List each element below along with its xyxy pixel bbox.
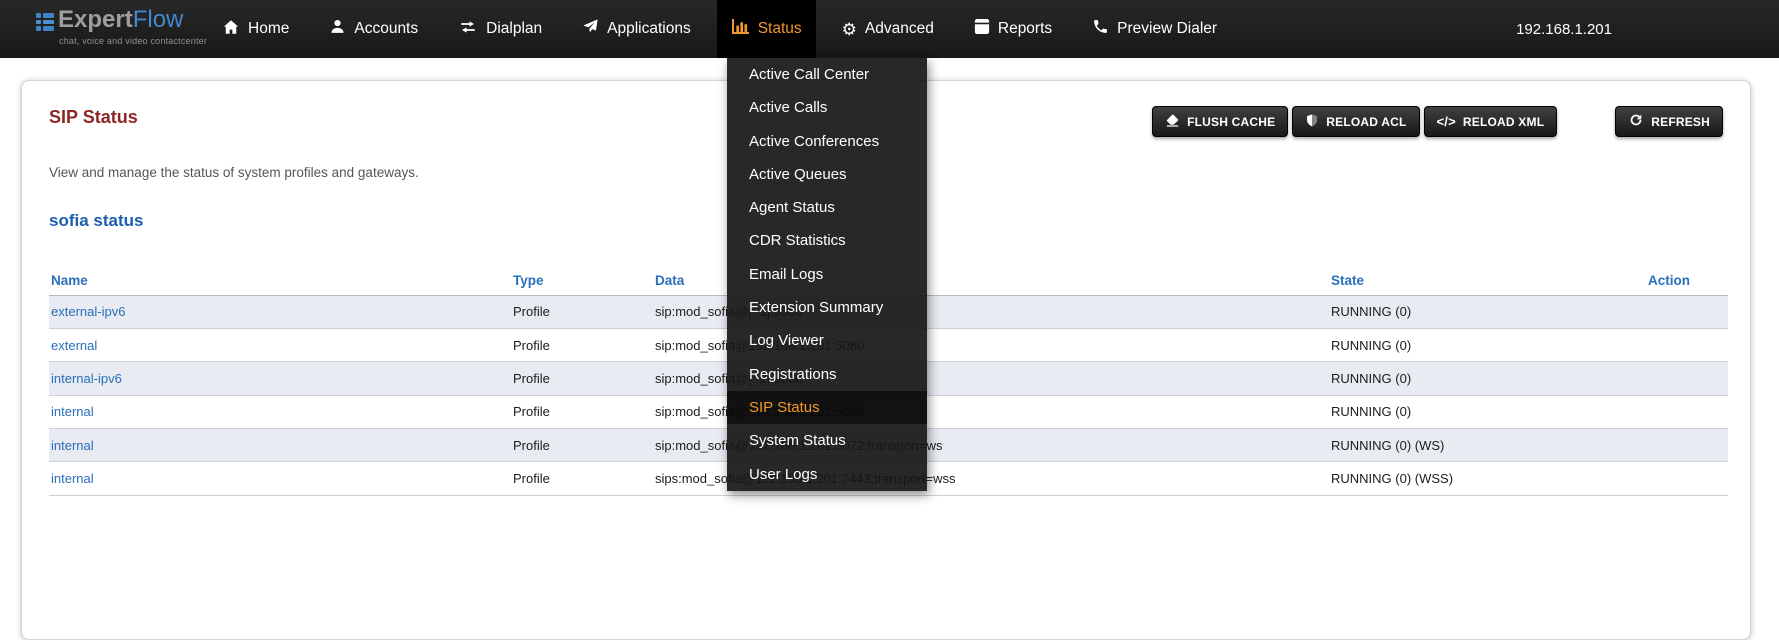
cell-state: RUNNING (0) [1329,395,1646,428]
profile-link[interactable]: internal-ipv6 [51,371,122,386]
gear-icon: ⚙ [842,21,857,38]
profile-link[interactable]: internal [51,471,94,486]
profile-link[interactable]: external [51,338,97,353]
nav-item-applications[interactable]: Applications [568,0,705,58]
transfer-arrows-icon [458,18,478,41]
cell-type: Profile [511,362,653,395]
nav-item-dialplan[interactable]: Dialplan [444,0,556,58]
cell-type: Profile [511,295,653,328]
cell-type: Profile [511,395,653,428]
top-navbar: ExpertFlow chat, voice and video contact… [0,0,1779,58]
menu-item-cdr-statistics[interactable]: CDR Statistics [727,224,927,257]
menu-item-agent-status[interactable]: Agent Status [727,191,927,224]
nav-item-preview-dialer[interactable]: Preview Dialer [1078,0,1231,58]
cell-action [1646,328,1728,361]
reload-xml-button[interactable]: </> RELOAD XML [1424,106,1558,137]
code-icon: </> [1437,114,1456,129]
brand-tagline: chat, voice and video contactcenter [59,36,207,46]
page-title: SIP Status [49,107,138,128]
menu-item-extension-summary[interactable]: Extension Summary [727,291,927,324]
menu-item-active-conferences[interactable]: Active Conferences [727,125,927,158]
toolbar: FLUSH CACHE RELOAD ACL </> RELOAD XML RE… [1152,106,1723,137]
cell-action [1646,462,1728,495]
menu-item-email-logs[interactable]: Email Logs [727,258,927,291]
cell-type: Profile [511,328,653,361]
home-icon [222,18,240,41]
nav-item-accounts[interactable]: Accounts [315,0,432,58]
cell-type: Profile [511,429,653,462]
nav-item-label: Dialplan [486,20,542,38]
flush-cache-button[interactable]: FLUSH CACHE [1152,106,1288,137]
button-label: RELOAD XML [1463,115,1544,129]
main-nav: Home Accounts Dialplan Applications Stat… [208,0,1231,58]
button-label: FLUSH CACHE [1187,115,1275,129]
journal-icon [974,18,990,40]
cell-state: RUNNING (0) [1329,295,1646,328]
profile-link[interactable]: external-ipv6 [51,304,125,319]
menu-item-registrations[interactable]: Registrations [727,358,927,391]
profile-link[interactable]: internal [51,438,94,453]
menu-item-active-call-center[interactable]: Active Call Center [727,58,927,91]
refresh-icon [1628,112,1644,131]
cell-action [1646,395,1728,428]
nav-item-label: Accounts [354,20,418,38]
cell-state: RUNNING (0) (WSS) [1329,462,1646,495]
nav-item-reports[interactable]: Reports [960,0,1066,58]
button-label: REFRESH [1651,115,1710,129]
nav-item-home[interactable]: Home [208,0,303,58]
refresh-button[interactable]: REFRESH [1615,106,1723,137]
menu-item-active-calls[interactable]: Active Calls [727,91,927,124]
button-label: RELOAD ACL [1326,115,1406,129]
cell-action [1646,362,1728,395]
nav-item-status[interactable]: Status [717,0,816,58]
server-address: 192.168.1.201 [1516,0,1612,58]
menu-item-log-viewer[interactable]: Log Viewer [727,324,927,357]
bar-chart-icon [731,18,750,40]
nav-item-label: Status [758,20,802,38]
column-header-action: Action [1646,266,1728,295]
menu-item-sip-status[interactable]: SIP Status [727,391,927,424]
user-icon [329,18,346,40]
nav-item-label: Preview Dialer [1117,20,1217,38]
reload-acl-button[interactable]: RELOAD ACL [1292,106,1419,137]
nav-item-label: Applications [607,20,691,38]
cell-action [1646,295,1728,328]
menu-item-active-queues[interactable]: Active Queues [727,158,927,191]
column-header-name: Name [49,266,511,295]
profile-link[interactable]: internal [51,404,94,419]
column-header-type: Type [511,266,653,295]
cell-state: RUNNING (0) (WS) [1329,429,1646,462]
phone-icon [1092,18,1109,40]
brand-primary: Expert [58,6,133,33]
nav-item-label: Home [248,20,289,38]
brand-secondary: Flow [133,6,184,33]
brand-logo[interactable]: ExpertFlow [58,6,183,34]
column-header-state: State [1329,266,1646,295]
cell-type: Profile [511,462,653,495]
nav-item-label: Advanced [865,20,934,38]
menu-item-user-logs[interactable]: User Logs [727,458,927,491]
expertflow-logo-icon [36,13,54,31]
cell-action [1646,429,1728,462]
cell-state: RUNNING (0) [1329,328,1646,361]
section-heading: sofia status [49,211,143,231]
shield-icon [1305,113,1319,131]
status-dropdown-menu: Active Call Center Active Calls Active C… [727,58,927,491]
cell-state: RUNNING (0) [1329,362,1646,395]
paper-plane-icon [582,18,599,40]
menu-item-system-status[interactable]: System Status [727,424,927,457]
eraser-icon [1165,113,1180,131]
page-description: View and manage the status of system pro… [49,165,419,180]
nav-item-label: Reports [998,20,1052,38]
nav-item-advanced[interactable]: ⚙ Advanced [828,0,948,58]
